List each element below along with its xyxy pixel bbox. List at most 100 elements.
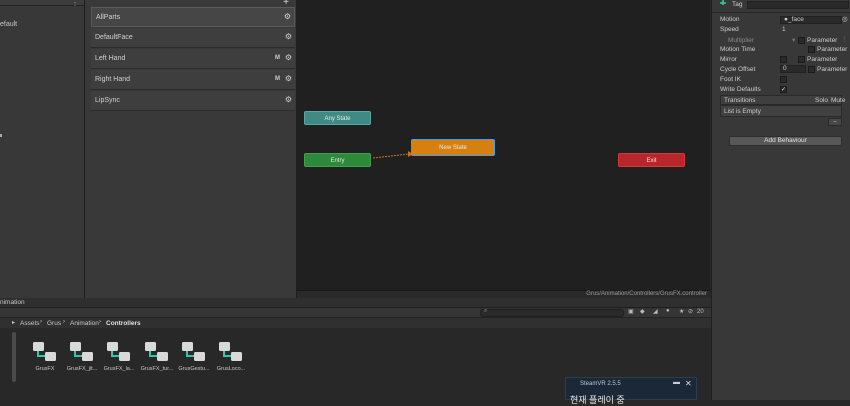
breadcrumb-sep-icon: › — [40, 319, 42, 325]
layer-right-hand[interactable]: Right Hand M ⚙ — [91, 70, 295, 90]
mirror-label: Mirror — [720, 56, 737, 63]
breadcrumb-arrow-icon: ▸ — [12, 320, 16, 326]
motion-label: Motion — [720, 16, 740, 23]
filter-type-icon[interactable]: ▣ — [628, 308, 634, 315]
asset-label: GrusFX_jit... — [66, 366, 98, 372]
write-defaults-checkbox[interactable]: ✓ — [780, 86, 787, 93]
animator-controller-icon — [33, 342, 56, 361]
star-icon[interactable]: ★ — [679, 308, 684, 315]
asset-label: GrusFX — [35, 366, 55, 372]
layer-name: Left Hand — [95, 55, 126, 62]
animator-graph[interactable]: Any State Entry New State Exit Grus/Anim… — [297, 0, 710, 298]
add-behaviour-button[interactable]: Add Behaviour — [729, 136, 842, 146]
breadcrumb-assets[interactable]: Assets — [20, 320, 40, 327]
cycle-offset-param-checkbox[interactable] — [808, 66, 815, 73]
multiplier-param-checkbox[interactable] — [798, 37, 805, 44]
divider — [712, 12, 850, 13]
breadcrumb-sep-icon: › — [99, 319, 101, 325]
info-icon[interactable]: ● — [666, 308, 670, 314]
inspector-panel: Tag Motion ●_face ◎ Speed 1 Multiplier ▾… — [711, 0, 850, 400]
any-state-node[interactable]: Any State — [304, 111, 371, 125]
search-input[interactable] — [480, 309, 624, 317]
mirror-param-checkbox[interactable] — [798, 56, 805, 63]
layer-left-hand[interactable]: Left Hand M ⚙ — [91, 49, 295, 69]
mask-badge: M — [275, 76, 280, 82]
parameter-label: Parameter — [807, 37, 838, 44]
filter-label-icon[interactable]: ◆ — [640, 308, 645, 315]
breadcrumb-sep-icon: › — [63, 319, 65, 325]
hidden-packages-icon[interactable]: ⊘ — [688, 308, 693, 315]
controller-path: Grus/Animation/Controllers/GrusFX.contro… — [586, 291, 707, 297]
layer-name: LipSync — [95, 97, 120, 104]
asset-item[interactable]: GrusFX_la... — [102, 340, 136, 372]
gear-icon[interactable]: ⚙ — [285, 32, 292, 41]
tag-label: Tag — [732, 1, 743, 8]
gear-icon[interactable]: ⚙ — [285, 74, 292, 83]
new-state-node[interactable]: New State — [411, 139, 495, 156]
exit-node[interactable]: Exit — [618, 153, 685, 167]
asset-label: GrusGestu... — [178, 366, 210, 372]
parameter-label: Parameter — [817, 66, 848, 73]
transitions-label: Transitions — [724, 97, 756, 104]
animation-tab[interactable]: nimation — [0, 299, 25, 306]
multiplier-label: Multiplier — [728, 37, 755, 44]
project-tabbar: nimation — [0, 298, 711, 308]
search-icon: ⌕ — [484, 308, 488, 314]
close-icon[interactable]: ✕ — [685, 379, 692, 388]
asset-item[interactable]: GrusFX — [28, 340, 62, 372]
asset-item[interactable]: GrusFX_tur... — [140, 340, 174, 372]
foot-ik-label: Foot IK — [720, 76, 741, 83]
scrollbar[interactable] — [12, 332, 16, 382]
steamvr-popup: SteamVR 2.5.5 ▬ ✕ 현재 플레이 중 — [565, 377, 697, 405]
layer-name: DefaultFace — [95, 34, 133, 41]
entry-node[interactable]: Entry — [304, 153, 371, 167]
asset-item[interactable]: GrusGestu... — [177, 340, 211, 372]
more-icon: ⋮ — [841, 36, 848, 43]
gear-icon[interactable]: ⚙ — [285, 53, 292, 62]
transition-arrow — [372, 151, 413, 159]
animator-controller-icon — [145, 342, 168, 361]
layer-name: Right Hand — [95, 76, 131, 83]
layer-allparts[interactable]: AllParts ⚙ — [91, 7, 295, 27]
solo-label: Solo — [815, 97, 829, 104]
animator-controller-icon — [219, 342, 242, 361]
breadcrumb-animation[interactable]: Animation — [70, 320, 99, 327]
parameter-label: Parameter — [807, 56, 838, 63]
motion-time-param-checkbox[interactable] — [808, 46, 815, 53]
multiplier-dropdown-icon[interactable]: ▾ — [792, 36, 795, 44]
breadcrumb-controllers[interactable]: Controllers — [106, 320, 141, 327]
hierarchy-marker — [0, 134, 2, 137]
gear-icon[interactable]: ⚙ — [284, 12, 291, 21]
search-count: 20 — [697, 309, 704, 315]
speed-label: Speed — [720, 26, 739, 33]
asset-label: GrusFX_la... — [103, 366, 135, 372]
layer-lipsync[interactable]: LipSync ⚙ — [91, 91, 295, 111]
mute-label: Mute — [831, 97, 846, 104]
cycle-offset-label: Cycle Offset — [720, 66, 756, 73]
hierarchy-menu-icon[interactable]: ⋮ — [71, 0, 79, 7]
layers-panel: + AllParts ⚙ DefaultFace ⚙ Left Hand M ⚙… — [85, 0, 297, 298]
breadcrumb-grus[interactable]: Grus — [47, 320, 61, 327]
speed-value[interactable]: 1 — [782, 26, 786, 33]
list-empty-text: List is Empty — [724, 108, 761, 115]
mirror-checkbox[interactable] — [780, 56, 787, 63]
tag-field[interactable] — [747, 1, 849, 9]
layer-name: AllParts — [96, 14, 121, 21]
remove-transition-button[interactable]: – — [828, 118, 842, 126]
asset-label: GrusLoco... — [216, 366, 246, 372]
minimize-icon[interactable]: ▬ — [673, 379, 680, 386]
motion-time-label: Motion Time — [720, 46, 756, 53]
hierarchy-item[interactable]: efault — [0, 21, 17, 28]
tag-icon[interactable]: ◢ — [653, 308, 658, 315]
mask-badge: M — [275, 55, 280, 61]
foot-ik-checkbox[interactable] — [780, 76, 787, 83]
layer-defaultface[interactable]: DefaultFace ⚙ — [91, 28, 295, 48]
animator-controller-icon — [182, 342, 205, 361]
object-picker-icon[interactable]: ◎ — [842, 15, 848, 23]
asset-item[interactable]: GrusFX_jit... — [65, 340, 99, 372]
asset-item[interactable]: GrusLoco... — [214, 340, 248, 372]
breadcrumb: ▸ Assets › Grus › Animation › Controller… — [0, 318, 711, 328]
gear-icon[interactable]: ⚙ — [285, 95, 292, 104]
write-defaults-label: Write Defaults — [720, 86, 761, 93]
parameter-label: Parameter — [817, 46, 848, 53]
